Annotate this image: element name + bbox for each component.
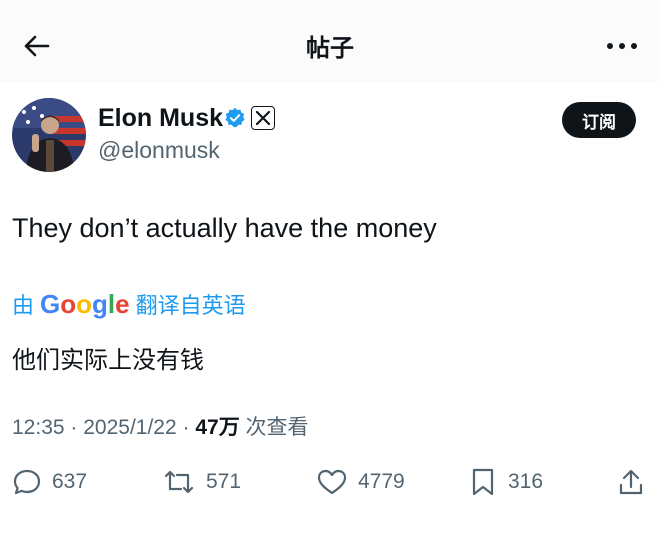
translation-attribution[interactable]: 由 Google 翻译自英语 (12, 288, 246, 320)
translated-text: 他们实际上没有钱 (12, 347, 204, 374)
google-logo: Google (40, 288, 130, 319)
reply-button[interactable]: 637 (12, 462, 87, 502)
x-logo-icon (251, 106, 275, 130)
tweet-date[interactable]: 2025/1/22 (83, 416, 176, 439)
view-count: 47万 (195, 416, 240, 439)
tweet-meta: 12:35 · 2025/1/22 · 47万 次查看 (12, 411, 309, 441)
repost-icon (164, 470, 194, 494)
meta-separator: · (182, 416, 196, 439)
repost-count: 571 (206, 470, 242, 493)
bookmark-icon (472, 468, 494, 496)
bookmark-count: 316 (508, 470, 544, 493)
like-button[interactable]: 4779 (316, 462, 405, 502)
reply-icon (13, 469, 41, 495)
repost-button[interactable]: 571 (162, 462, 241, 502)
top-bar: 帖子 (0, 0, 660, 82)
action-bar: 637 571 4779 316 (0, 462, 660, 502)
translation-prefix: 由 (12, 293, 35, 318)
share-button[interactable] (616, 462, 656, 502)
tweet-time[interactable]: 12:35 (12, 416, 65, 439)
author-name[interactable]: Elon Musk (98, 104, 223, 133)
like-count: 4779 (358, 470, 405, 493)
translation-suffix: 翻译自英语 (135, 293, 246, 318)
reply-count: 637 (52, 470, 88, 493)
author-handle[interactable]: @elonmusk (98, 137, 220, 164)
more-horizontal-icon (607, 43, 637, 49)
heart-icon (317, 469, 347, 495)
tweet-text: They don’t actually have the money (12, 213, 437, 243)
bookmark-button[interactable]: 316 (468, 462, 543, 502)
verified-badge-icon (225, 107, 245, 128)
meta-separator: · (70, 416, 84, 439)
more-button[interactable] (602, 28, 642, 64)
subscribe-button[interactable]: 订阅 (562, 102, 636, 138)
view-label: 次查看 (245, 416, 309, 439)
share-icon (619, 469, 643, 495)
page-title: 帖子 (306, 35, 354, 62)
avatar[interactable] (12, 98, 86, 172)
